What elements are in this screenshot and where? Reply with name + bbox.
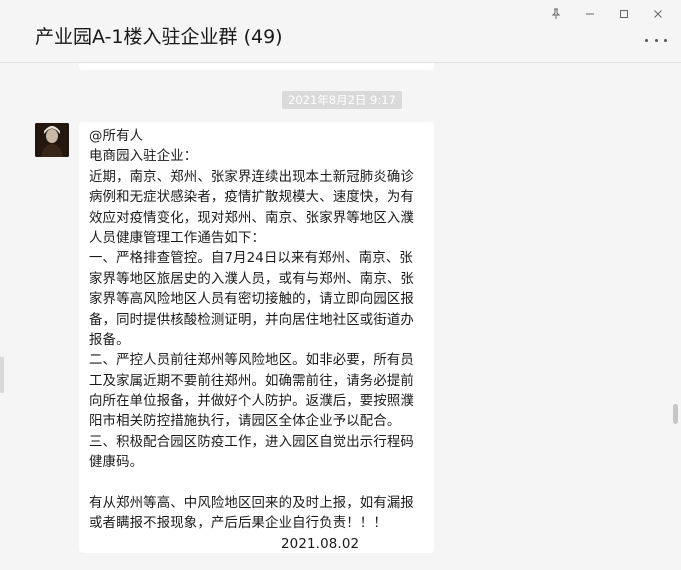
avatar[interactable] <box>35 123 69 157</box>
message-timestamp: 2021年8月2日 9:17 <box>282 91 402 109</box>
message-line: 报备。 <box>89 332 130 348</box>
message-line: 近期，南京、郑州、张家界连续出现本土新冠肺炎确诊 <box>89 169 414 185</box>
message-line: 电商园入驻企业： <box>89 149 198 165</box>
message-line: @所有人 <box>89 129 144 144</box>
message-line: 家界等高风险地区人员有密切接触的，请立即向园区报 <box>89 292 414 308</box>
message-line: 有从郑州等高、中风险地区回来的及时上报，如有漏报 <box>89 496 414 512</box>
message-line: 家界等地区旅居史的入濮人员，或有与郑州、南京、张 <box>89 271 414 287</box>
message-line: 三、积极配合园区防疫工作，进入园区自觉出示行程码 <box>89 434 414 450</box>
message-bubble[interactable]: @所有人电商园入驻企业： 近期，南京、郑州、张家界连续出现本土新冠肺炎确诊 病例和无… <box>79 122 434 553</box>
message-line: 人员健康管理工作通告如下： <box>89 230 266 246</box>
title-bar: 产业园A-1楼入驻企业群 (49) <box>0 0 681 63</box>
dot <box>645 38 648 42</box>
message-line: 阳市相关防控措施执行，请园区全体企业予以配合。 <box>89 414 401 430</box>
more-dots-icon[interactable] <box>645 34 667 46</box>
dot <box>654 38 658 42</box>
message-line: 或者瞒报不报现象，产后后果企业自行负责！！！ <box>89 516 387 532</box>
message-line: 病例和无症状感染者，疫情扩散规模大、速度快，为有 <box>89 190 414 206</box>
avatar-image <box>35 123 69 157</box>
maximize-icon[interactable] <box>607 2 641 26</box>
pin-icon[interactable] <box>539 2 573 26</box>
pin-icon-graphic <box>551 8 561 19</box>
message-line: 一、严格排查管控。自7月24日以来有郑州、南京、张 <box>89 251 413 267</box>
dot <box>664 38 667 42</box>
chat-title: 产业园A-1楼入驻企业群 (49) <box>35 26 283 48</box>
message-line: 工及家属近期不要前往郑州。如确需前往，请务必提前 <box>89 373 414 389</box>
chat-area[interactable]: 2021年8月2日 9:17 @所有人电商园入驻企业： 近期，南京、郑州、张家界连… <box>0 63 681 570</box>
message-line: 二、严控人员前往郑州等风险地区。如非必要，所有员 <box>89 353 414 369</box>
previous-message-bubble[interactable] <box>79 63 434 70</box>
message-line: 效应对疫情变化，现对郑州、南京、张家界等地区入濮 <box>89 210 414 226</box>
minimize-icon[interactable] <box>573 2 607 26</box>
window-controls <box>539 2 675 26</box>
message-text: @所有人电商园入驻企业： 近期，南京、郑州、张家界连续出现本土新冠肺炎确诊 病例和无… <box>89 127 426 535</box>
scrollbar-thumb[interactable] <box>673 404 678 424</box>
maximize-icon-graphic <box>620 10 628 18</box>
message-line <box>89 474 426 494</box>
minimize-icon-graphic <box>586 13 594 15</box>
sidebar-resize-handle[interactable] <box>0 357 4 393</box>
message-line: 健康码。 <box>89 455 144 471</box>
message-line: 向所在单位报备，并做好个人防护。返濮后，要按照濮 <box>89 394 414 410</box>
message-line: 备，同时提供核酸检测证明，并向居住地社区或街道办 <box>89 312 414 328</box>
close-icon[interactable] <box>641 2 675 26</box>
message-date: 2021.08.02 <box>281 536 360 552</box>
close-icon-graphic <box>654 10 662 18</box>
